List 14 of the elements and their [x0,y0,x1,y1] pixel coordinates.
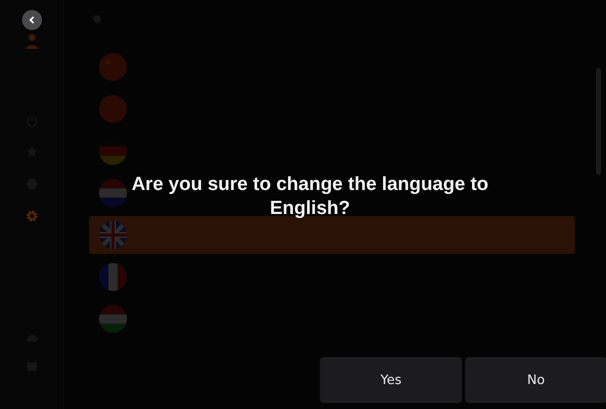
selected-language-row[interactable] [89,216,575,254]
flag-icon [99,305,127,333]
flag-icon [99,263,127,291]
dialog-message: Are you sure to change the language to English? [130,173,490,221]
yes-button[interactable]: Yes [320,357,462,403]
flag-icon [99,221,127,249]
flag-icon [99,95,127,123]
flag-icon [99,179,127,207]
no-button[interactable]: No [465,357,606,403]
back-button[interactable] [22,10,42,30]
settings-icon[interactable] [24,209,38,223]
person-icon[interactable] [24,33,38,49]
chevron-icon [28,16,34,24]
flag-icon [99,53,127,81]
